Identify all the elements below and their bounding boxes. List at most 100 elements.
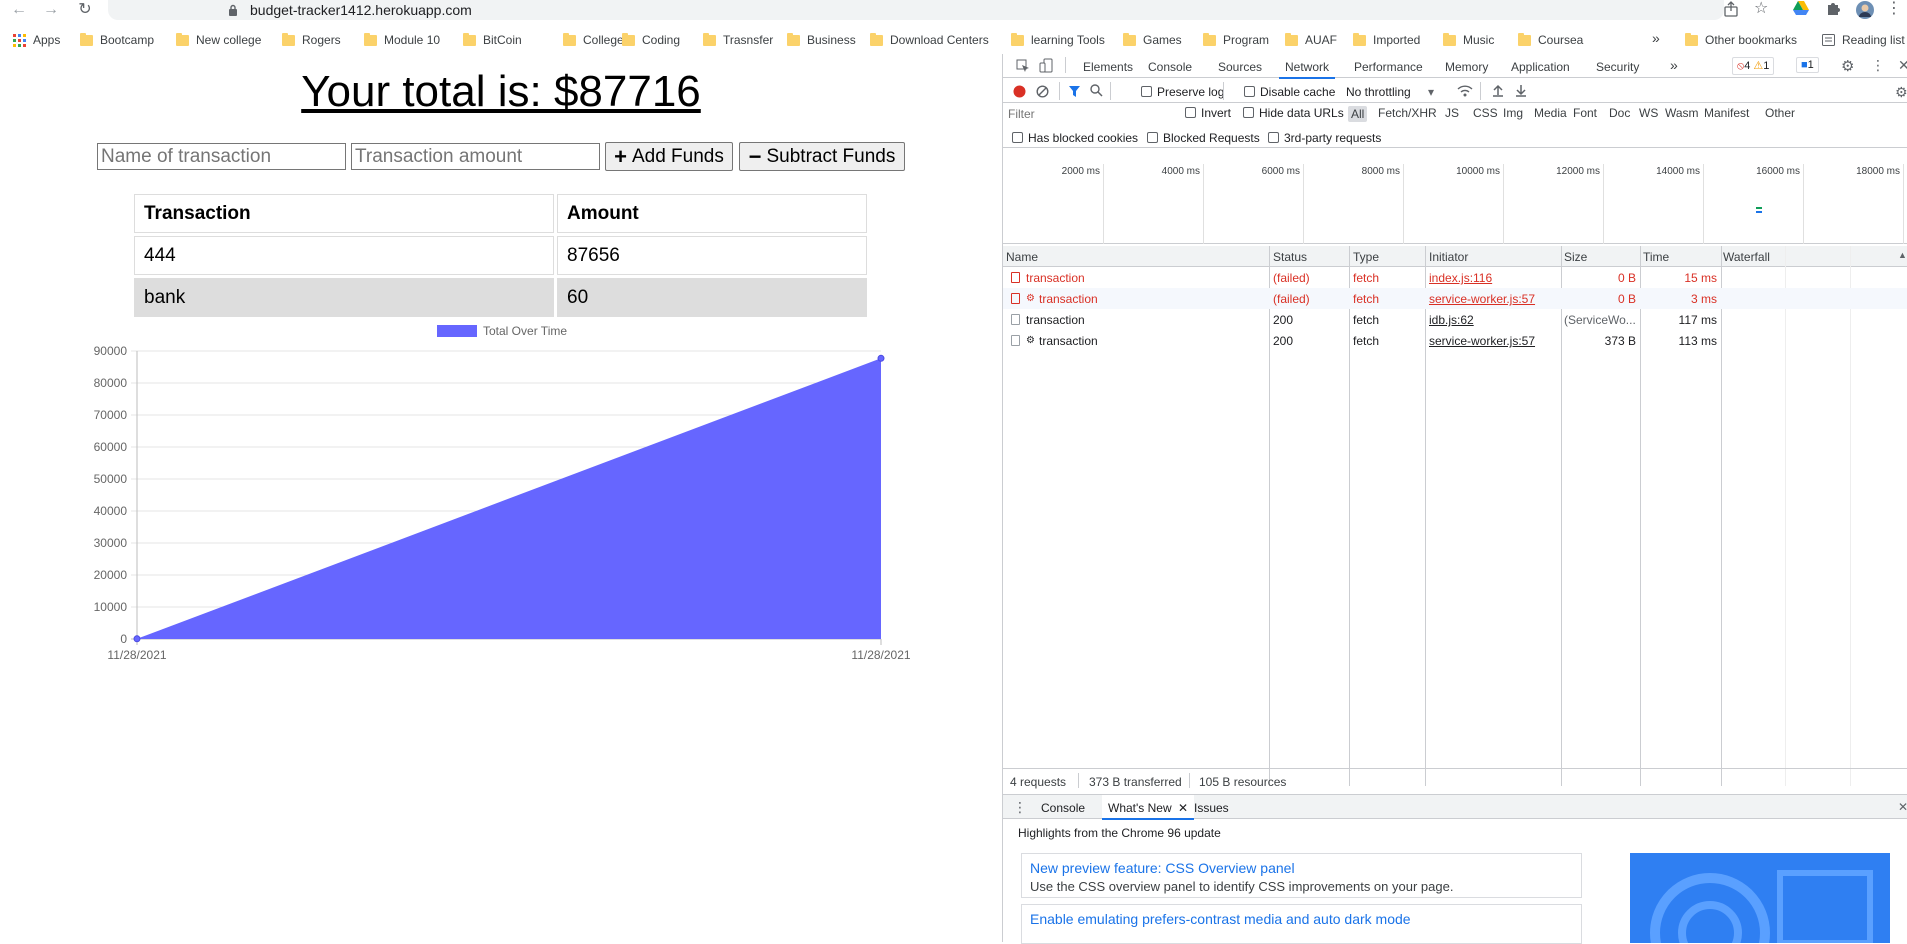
- bookmark-item[interactable]: Imported: [1353, 32, 1420, 47]
- third-party-requests-checkbox[interactable]: 3rd-party requests: [1268, 131, 1381, 145]
- bookmark-item[interactable]: Business: [787, 32, 856, 47]
- type-filter-ws[interactable]: WS: [1639, 106, 1658, 120]
- forward-arrow-icon[interactable]: →: [40, 0, 62, 20]
- transaction-amount-input[interactable]: [351, 143, 600, 170]
- devtools-tab-performance[interactable]: Performance: [1354, 60, 1423, 74]
- profile-avatar[interactable]: [1856, 1, 1874, 19]
- news-card[interactable]: Enable emulating prefers-contrast media …: [1021, 904, 1582, 944]
- import-har-icon[interactable]: [1492, 84, 1504, 97]
- type-filter-img[interactable]: Img: [1503, 106, 1523, 120]
- network-settings-gear-icon[interactable]: ⚙: [1895, 84, 1907, 101]
- request-row[interactable]: transaction (failed) fetch index.js:116 0 B 1…: [1003, 267, 1907, 288]
- blocked-requests-checkbox[interactable]: Blocked Requests: [1147, 131, 1260, 145]
- type-filter-manifest[interactable]: Manifest: [1704, 106, 1749, 120]
- devtools-tab-elements[interactable]: Elements: [1083, 60, 1133, 74]
- request-initiator[interactable]: service-worker.js:57: [1429, 334, 1535, 348]
- type-filter-other[interactable]: Other: [1765, 106, 1795, 120]
- request-row[interactable]: transaction 200 fetch idb.js:62 (ServiceWo..…: [1003, 309, 1907, 330]
- close-devtools-icon[interactable]: ✕: [1898, 57, 1907, 74]
- devtools-tab-memory[interactable]: Memory: [1445, 60, 1488, 74]
- bookmark-item[interactable]: Rogers: [282, 32, 341, 47]
- column-header-type[interactable]: Type: [1353, 250, 1379, 264]
- network-conditions-icon[interactable]: [1457, 84, 1473, 97]
- add-funds-button[interactable]: + Add Funds: [605, 142, 733, 171]
- request-row[interactable]: ⚙ transaction (failed) fetch service-worker.…: [1003, 288, 1907, 309]
- column-header-waterfall[interactable]: Waterfall: [1723, 250, 1770, 264]
- drawer-menu-icon[interactable]: ⋮: [1013, 799, 1027, 816]
- bookmark-item[interactable]: AUAF: [1285, 32, 1337, 47]
- column-header-name[interactable]: Name: [1006, 250, 1038, 264]
- close-drawer-icon[interactable]: ✕: [1898, 800, 1907, 814]
- export-har-icon[interactable]: [1515, 84, 1527, 97]
- bookmark-item[interactable]: Module 10: [364, 32, 440, 47]
- extensions-puzzle-icon[interactable]: [1826, 1, 1840, 15]
- browser-menu-icon[interactable]: ⋮: [1886, 1, 1902, 17]
- settings-gear-icon[interactable]: ⚙: [1841, 57, 1854, 75]
- bookmark-item[interactable]: Apps: [13, 33, 60, 47]
- hide-data-urls-checkbox[interactable]: Hide data URLs: [1243, 106, 1344, 120]
- type-filter-doc[interactable]: Doc: [1609, 106, 1630, 120]
- type-filter-js[interactable]: JS: [1445, 106, 1459, 120]
- close-tab-icon[interactable]: ✕: [1178, 801, 1188, 815]
- share-icon[interactable]: [1723, 1, 1739, 17]
- type-filter-fetch-xhr[interactable]: Fetch/XHR: [1378, 106, 1437, 120]
- request-initiator[interactable]: idb.js:62: [1429, 313, 1474, 327]
- subtract-funds-button[interactable]: − Subtract Funds: [739, 142, 905, 171]
- preserve-log-checkbox[interactable]: Preserve log: [1141, 85, 1224, 99]
- devtools-tab-console[interactable]: Console: [1148, 60, 1192, 74]
- devtools-menu-icon[interactable]: ⋮: [1871, 57, 1885, 74]
- drawer-tab-console[interactable]: Console: [1041, 801, 1085, 815]
- issues-counter[interactable]: ⦸4 ⚠1: [1732, 57, 1775, 75]
- news-card[interactable]: New preview feature: CSS Overview panel …: [1021, 853, 1582, 898]
- column-header-status[interactable]: Status: [1273, 250, 1307, 264]
- bookmark-item[interactable]: Download Centers: [870, 32, 989, 47]
- filter-input[interactable]: [1008, 105, 1178, 122]
- request-initiator[interactable]: index.js:116: [1429, 271, 1492, 285]
- request-initiator[interactable]: service-worker.js:57: [1429, 292, 1535, 306]
- devtools-tab-more[interactable]: »: [1670, 57, 1678, 73]
- column-header-time[interactable]: Time: [1643, 250, 1669, 264]
- bookmark-item[interactable]: Trasnsfer: [703, 32, 773, 47]
- has-blocked-cookies-checkbox[interactable]: Has blocked cookies: [1012, 131, 1138, 145]
- network-overview-timeline[interactable]: 2000 ms 4000 ms 6000 ms 8000 ms 10000 ms 1200…: [1003, 164, 1907, 244]
- address-bar[interactable]: budget-tracker1412.herokuapp.com: [108, 0, 1724, 20]
- transaction-name-input[interactable]: [97, 143, 346, 170]
- record-icon[interactable]: [1013, 85, 1026, 98]
- column-header-initiator[interactable]: Initiator: [1429, 250, 1468, 264]
- news-title[interactable]: Enable emulating prefers-contrast media …: [1030, 911, 1411, 927]
- type-filter-all[interactable]: All: [1348, 106, 1368, 122]
- bookmark-item[interactable]: Bootcamp: [80, 32, 154, 47]
- throttling-select[interactable]: No throttling ▾: [1346, 85, 1434, 99]
- news-title[interactable]: New preview feature: CSS Overview panel: [1030, 860, 1295, 876]
- devtools-tab-network[interactable]: Network: [1278, 60, 1336, 79]
- column-header-size[interactable]: Size: [1564, 250, 1587, 264]
- type-filter-font[interactable]: Font: [1573, 106, 1597, 120]
- drawer-tab-issues[interactable]: Issues: [1194, 801, 1229, 815]
- filter-funnel-icon[interactable]: [1068, 85, 1081, 98]
- reload-icon[interactable]: ↻: [74, 0, 96, 20]
- bookmark-item[interactable]: Games: [1123, 32, 1182, 47]
- device-toolbar-icon[interactable]: [1039, 58, 1053, 73]
- invert-checkbox[interactable]: Invert: [1185, 106, 1231, 120]
- bookmark-item[interactable]: learning Tools: [1011, 32, 1105, 47]
- star-icon[interactable]: ☆: [1754, 1, 1768, 17]
- messages-counter[interactable]: ■1: [1796, 57, 1819, 73]
- bookmark-item[interactable]: Coursea: [1518, 32, 1583, 47]
- bookmark-item[interactable]: Coding: [622, 32, 680, 47]
- more-bookmarks-button[interactable]: »: [1652, 30, 1660, 46]
- inspect-element-icon[interactable]: [1016, 59, 1030, 73]
- type-filter-css[interactable]: CSS: [1473, 106, 1498, 120]
- type-filter-media[interactable]: Media: [1534, 106, 1567, 120]
- clear-icon[interactable]: [1036, 85, 1049, 98]
- search-icon[interactable]: [1090, 84, 1103, 97]
- disable-cache-checkbox[interactable]: Disable cache: [1244, 85, 1335, 99]
- other-bookmarks[interactable]: Other bookmarks: [1685, 32, 1797, 47]
- request-row[interactable]: ⚙ transaction 200 fetch service-worker.js:57…: [1003, 330, 1907, 351]
- drive-icon[interactable]: [1793, 1, 1809, 15]
- devtools-tab-security[interactable]: Security: [1596, 60, 1639, 74]
- type-filter-wasm[interactable]: Wasm: [1665, 106, 1699, 120]
- bookmark-item[interactable]: Music: [1443, 32, 1494, 47]
- reading-list[interactable]: Reading list: [1822, 33, 1905, 47]
- bookmark-item[interactable]: Program: [1203, 32, 1269, 47]
- back-arrow-icon[interactable]: ←: [8, 0, 30, 20]
